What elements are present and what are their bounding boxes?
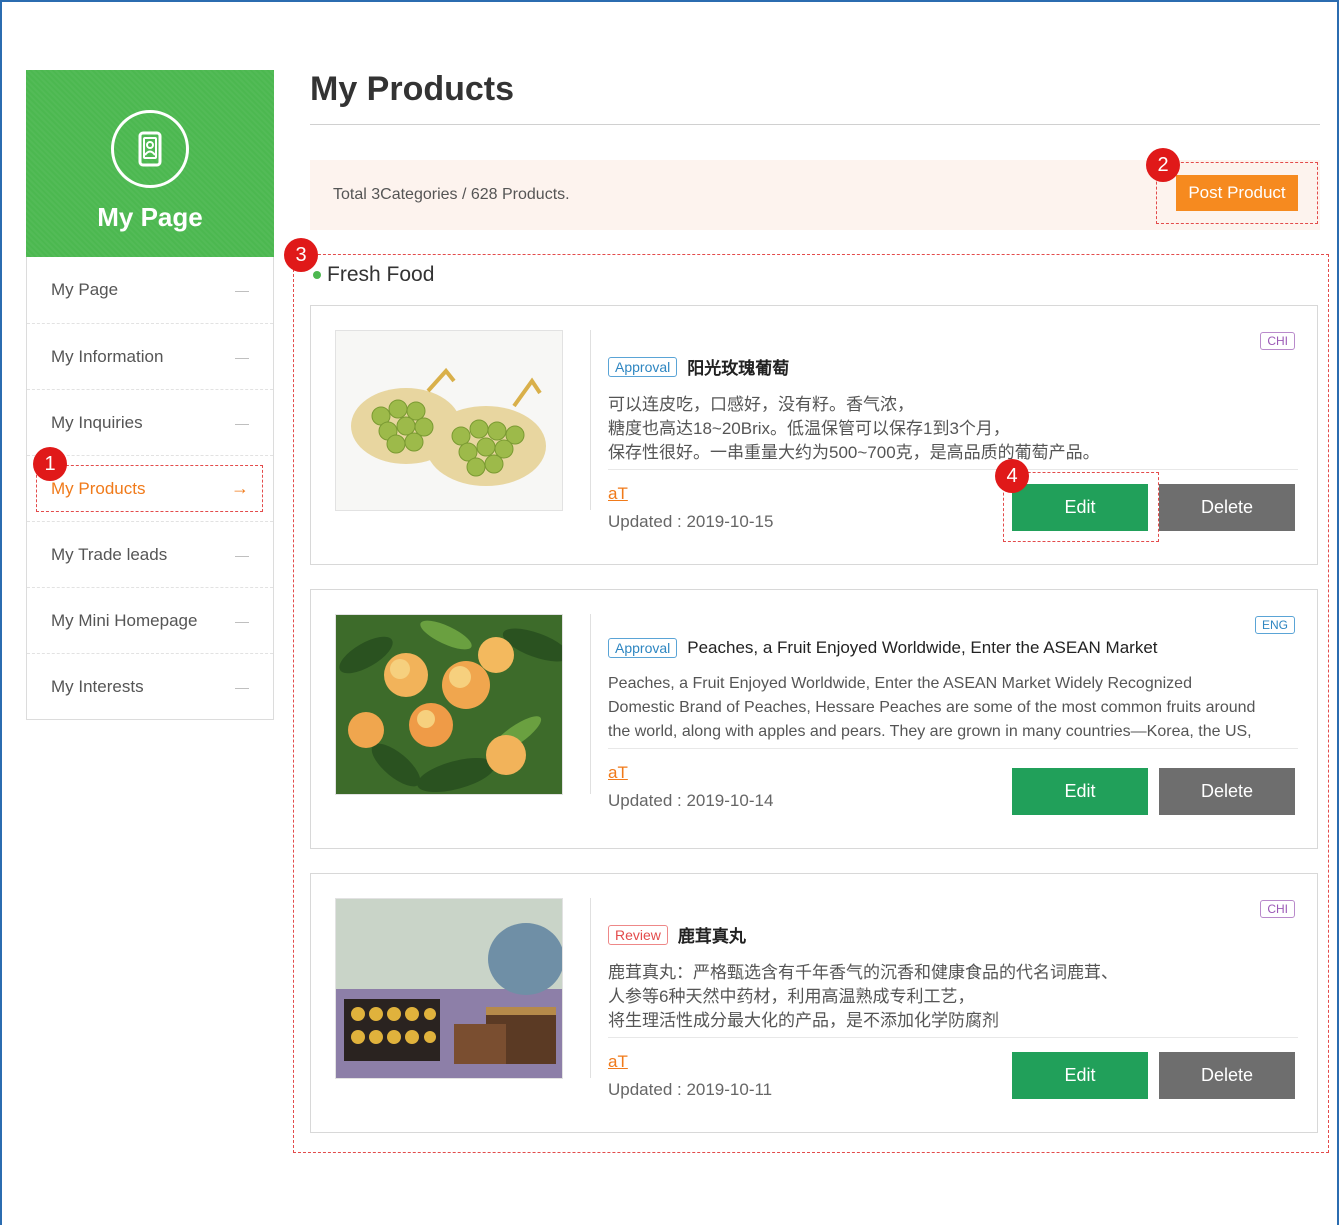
card-divider [590,898,591,1078]
delete-button[interactable]: Delete [1159,1052,1295,1099]
highlight-post-product: Post Product [1156,162,1318,224]
description-line: Peaches, a Fruit Enjoyed Worldwide, Ente… [608,675,1192,692]
dash-icon: — [235,546,249,563]
language-badge: CHI [1260,332,1295,350]
card-divider [590,330,591,510]
divider [608,748,1298,749]
status-badge: Approval [608,638,678,658]
sidebar-item-my-mini-homepage[interactable]: My Mini Homepage — [27,587,273,653]
sidebar-item-label: My Inquiries [51,412,143,432]
sidebar-item-label: My Interests [51,676,144,696]
main-content: My Products Total 3Categories / 628 Prod… [293,70,1329,1153]
category-label: Fresh Food [327,263,435,286]
dash-icon: — [235,282,249,298]
language-badge: ENG [1254,616,1295,634]
page-title: My Products [310,70,1320,125]
annotation-marker-2: 2 [1146,148,1180,182]
description-line: 鹿茸真丸：严格甄选含有千年香气的沉香和健康食品的代名词鹿茸、 [608,963,1118,982]
sidebar-item-label: My Page [51,280,119,299]
language-badge: CHI [1260,900,1295,918]
sidebar-item-my-information[interactable]: My Information — [27,323,273,389]
sidebar-item-my-interests[interactable]: My Interests — [27,653,273,719]
category-title: Fresh Food [313,263,434,287]
post-product-button[interactable]: Post Product [1176,175,1298,211]
sidebar-header: My Page [26,70,274,257]
summary-text: Total 3Categories / 628 Products. [333,186,570,203]
sidebar-item-label: My Trade leads [51,544,168,564]
category-section: Fresh Food CHI Approval 阳光玫瑰葡萄 可以连皮吃，口感好… [293,254,1329,1153]
description-line: 人参等6种天然中药材，利用高温熟成专利工艺， [608,987,975,1006]
description-line: 可以连皮吃，口感好，没有籽。香气浓， [608,395,914,414]
delete-button[interactable]: Delete [1159,768,1295,815]
product-image-grapes [335,330,563,511]
product-card: CHI Review 鹿茸真丸 鹿茸真丸：严格甄选含有千年香气的沉香和健康食品的… [310,873,1318,1133]
product-image-peaches [335,614,563,795]
description-line: Domestic Brand of Peaches, Hessare Peach… [608,699,1256,716]
status-badge: Review [608,924,668,945]
divider [608,469,1298,470]
arrow-right-icon: → [231,478,249,498]
sidebar-menu: My Page — My Information — My Inquiries — M… [26,257,274,720]
product-description: 可以连皮吃，口感好，没有籽。香气浓， 糖度也高达18~20Brix。低温保管可以… [608,393,1298,465]
dash-icon: — [235,678,249,695]
product-title[interactable]: 鹿茸真丸 [678,922,746,947]
annotation-marker-3: 3 [284,238,318,272]
divider [608,1037,1298,1038]
description-line: 将生理活性成分最大化的产品，是不添加化学防腐剂 [608,1011,999,1030]
product-card: ENG Approval Peaches, a Fruit Enjoyed Wo… [310,589,1318,849]
bullet-icon [313,271,321,279]
edit-button[interactable]: Edit [1012,1052,1148,1099]
status-badge: Approval [608,356,678,377]
edit-button[interactable]: Edit [1012,484,1148,531]
description-line: the world, along with apples and pears. … [608,723,1252,740]
edit-button[interactable]: Edit [1012,768,1148,815]
product-title-row: Approval 阳光玫瑰葡萄 [608,354,1298,379]
product-description: Peaches, a Fruit Enjoyed Worldwide, Ente… [608,672,1298,744]
dash-icon: — [235,348,249,365]
sidebar-title: My Page [97,202,203,232]
product-card: CHI Approval 阳光玫瑰葡萄 可以连皮吃，口感好，没有籽。香气浓， 糖… [310,305,1318,565]
product-description: 鹿茸真丸：严格甄选含有千年香气的沉香和健康食品的代名词鹿茸、 人参等6种天然中药… [608,961,1298,1033]
description-line: 糖度也高达18~20Brix。低温保管可以保存1到3个月， [608,419,1010,438]
product-image-gift-box [335,898,563,1079]
sidebar-item-label: My Products [51,478,146,498]
sidebar-item-my-inquiries[interactable]: My Inquiries — [27,389,273,455]
sidebar-item-my-page[interactable]: My Page — [27,257,273,323]
sidebar-item-label: My Mini Homepage [51,610,198,630]
product-title-row: Approval Peaches, a Fruit Enjoyed Worldw… [608,638,1298,658]
card-divider [590,614,591,794]
product-title[interactable]: Peaches, a Fruit Enjoyed Worldwide, Ente… [687,638,1157,658]
id-badge-icon [111,110,189,188]
sidebar: My Page My Page — My Information — My Inqu… [26,70,274,720]
description-line: 保存性很好。一串重量大约为500~700克，是高品质的葡萄产品。 [608,443,1100,462]
sidebar-item-my-trade-leads[interactable]: My Trade leads — [27,521,273,587]
annotation-marker-1: 1 [33,447,67,481]
product-title-row: Review 鹿茸真丸 [608,922,1298,947]
sidebar-item-label: My Information [51,346,164,366]
product-title[interactable]: 阳光玫瑰葡萄 [687,354,789,379]
annotation-marker-4: 4 [995,459,1029,493]
dash-icon: — [235,414,249,431]
dash-icon: — [235,612,249,629]
delete-button[interactable]: Delete [1159,484,1295,531]
